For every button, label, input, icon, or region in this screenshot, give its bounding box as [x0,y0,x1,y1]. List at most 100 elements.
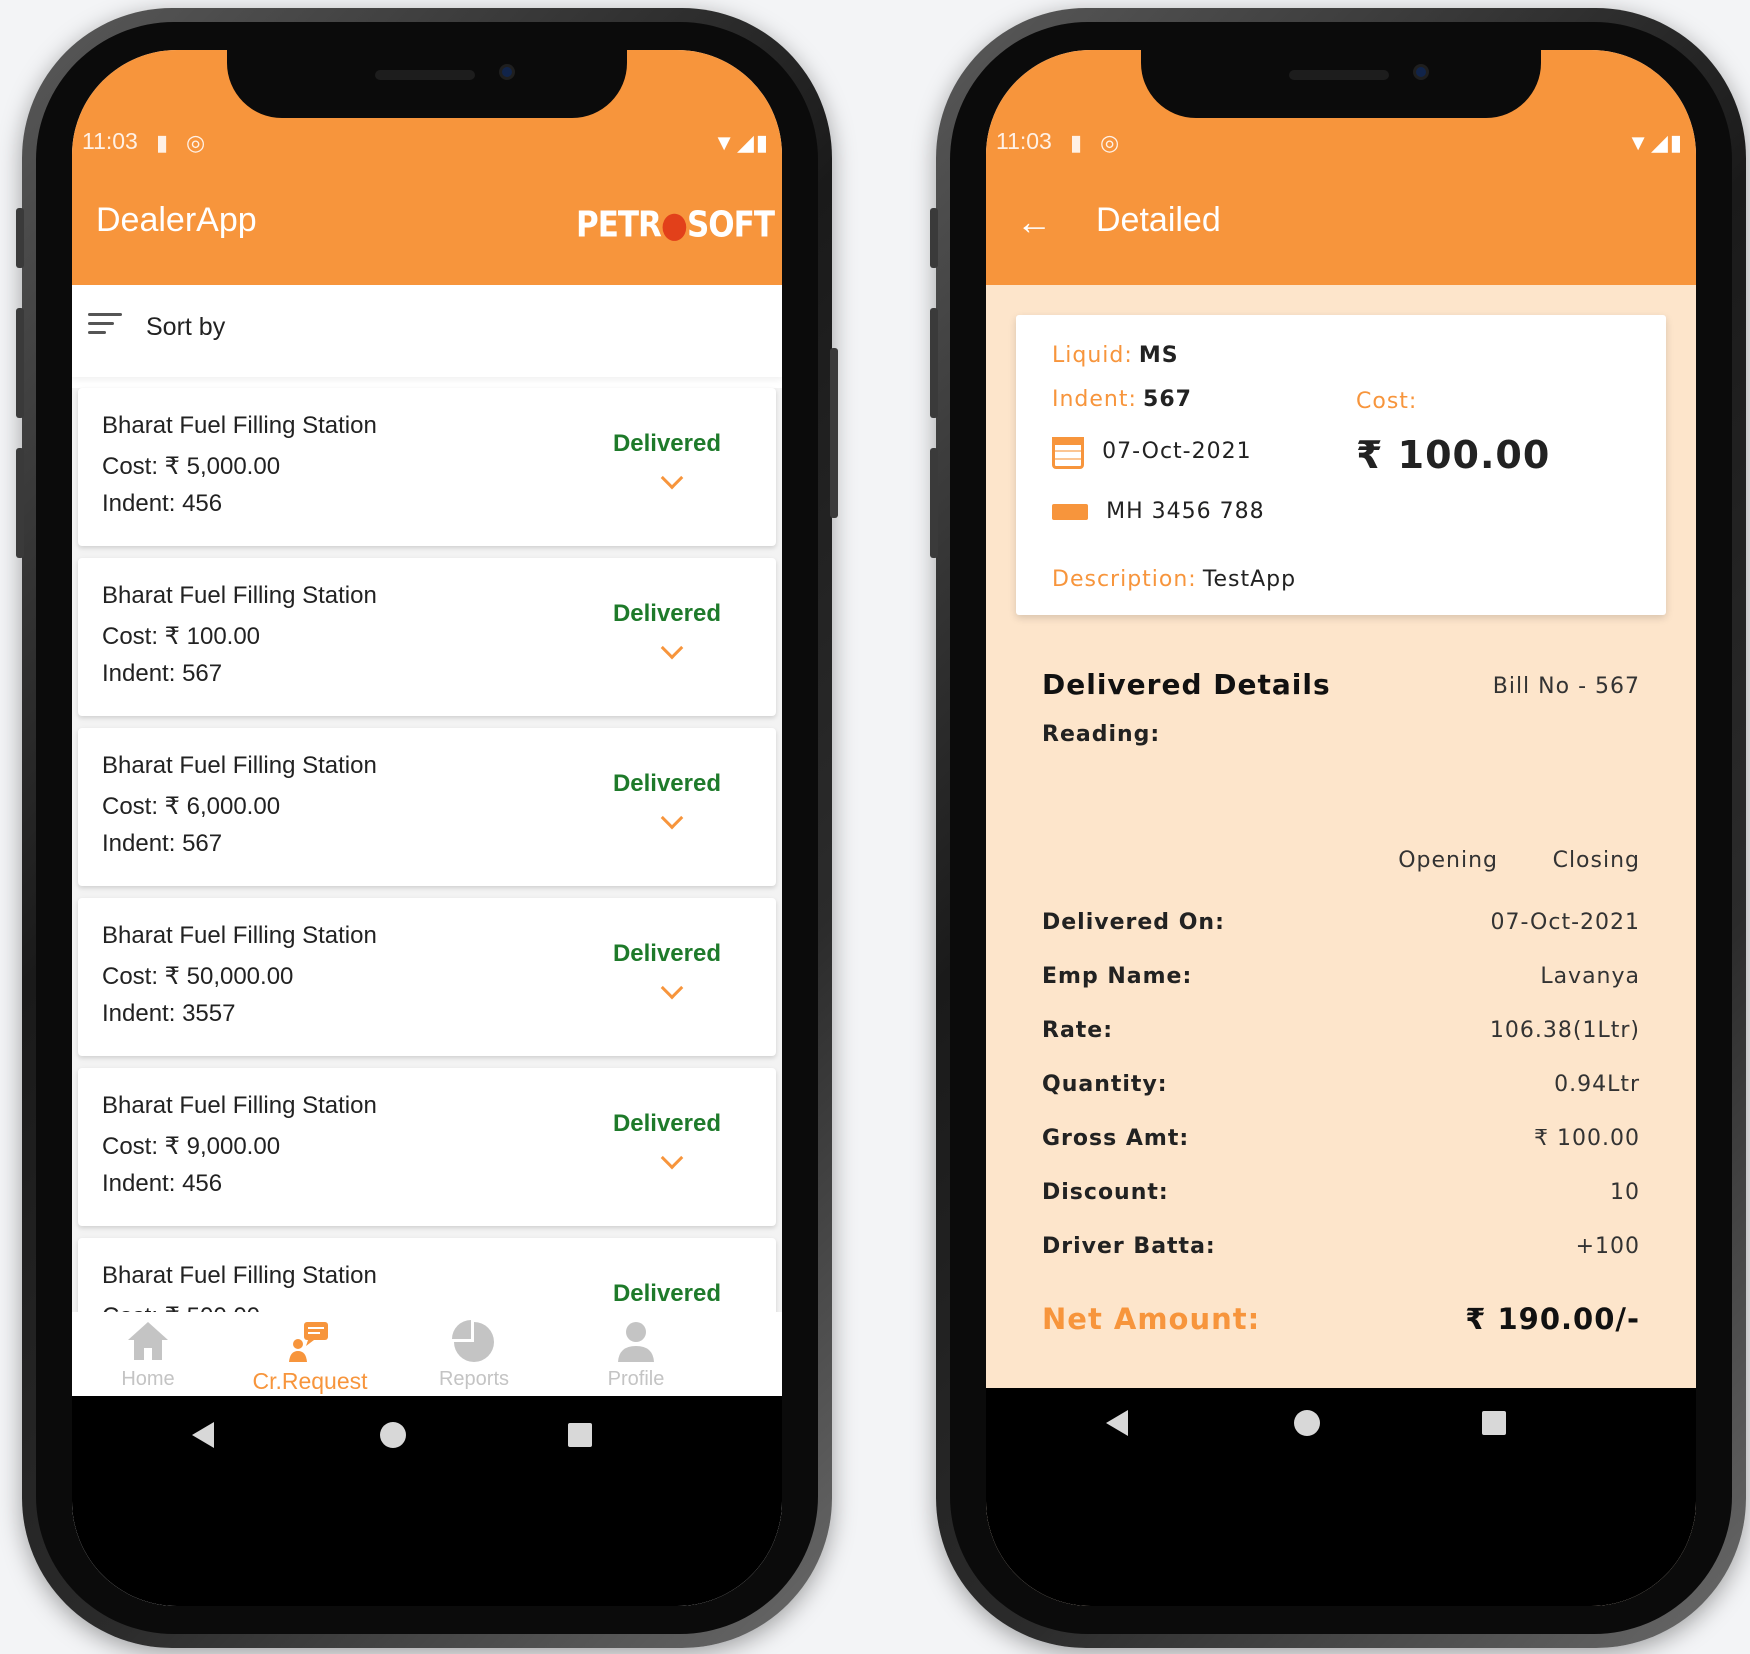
closing-label: Closing [1552,848,1640,873]
volume-down-button [16,448,24,558]
reading-label: Reading: [1042,722,1161,747]
nav-cr-request[interactable]: Cr.Request [250,1318,370,1395]
station-name: Bharat Fuel Filling Station [102,922,377,949]
item-cost: Cost: ₹ 5,000.00 [102,453,281,480]
row-label: Rate: [1042,1018,1114,1043]
back-triangle-icon[interactable] [192,1422,214,1448]
power-button [830,348,838,518]
status-badge: Delivered [612,600,721,627]
back-arrow-icon[interactable]: ← [1016,201,1052,243]
sort-icon[interactable] [88,313,122,340]
list-screen: 11:03 ▮ ◎ ▼◢▮ DealerApp PETR●SOFT Sort b… [72,50,782,1606]
item-indent: Indent: 567 [102,660,223,687]
list-item[interactable]: Bharat Fuel Filling Station Cost: ₹ 50,0… [78,898,776,1056]
row-value: 10 [1610,1180,1640,1205]
vehicle-number: MH 3456 788 [1106,499,1265,524]
station-name: Bharat Fuel Filling Station [102,582,377,609]
delivered-header: Delivered Details Bill No - 567 [1042,668,1640,701]
row-value: 0.94Ltr [1554,1072,1640,1097]
credit-request-icon [289,1322,328,1362]
nav-reports[interactable]: Reports [414,1318,534,1391]
person-icon [618,1322,654,1362]
indent-summary-card: Liquid: MS Indent: 567 Cost: ₹ 100.00 07… [1016,315,1666,615]
nav-profile[interactable]: Profile [576,1318,696,1391]
cost-value: ₹ 100.00 [1356,433,1551,477]
home-icon [128,1322,168,1360]
detail-row: Rate: 106.38(1Ltr) [1042,1018,1640,1043]
net-amount-row: Net Amount: ₹ 190.00/- [1042,1302,1640,1336]
chevron-down-icon[interactable] [660,466,684,490]
item-indent: Indent: 456 [102,490,223,517]
station-name: Bharat Fuel Filling Station [102,1092,377,1119]
list-item[interactable]: Bharat Fuel Filling Station Cost: ₹ 100.… [78,558,776,716]
nav-cr-request-label: Cr.Request [252,1368,368,1394]
station-name: Bharat Fuel Filling Station [102,412,377,439]
status-badge: Delivered [612,430,721,457]
calendar-icon [1052,437,1084,469]
indent-label: Indent: [1052,387,1137,412]
recent-apps-icon[interactable] [1482,1411,1506,1435]
list-item[interactable]: Bharat Fuel Filling Station Cost: ₹ 6,00… [78,728,776,886]
detail-row: Delivered On: 07-Oct-2021 [1042,910,1640,935]
description-value: TestApp [1202,567,1297,592]
cost-label: Cost: [1356,389,1418,414]
net-amount-label: Net Amount: [1042,1302,1261,1336]
detail-row: Gross Amt: ₹ 100.00 [1042,1126,1640,1151]
recent-apps-icon[interactable] [568,1423,592,1447]
notch [1141,50,1541,118]
chevron-down-icon[interactable] [660,1146,684,1170]
row-value: 106.38(1Ltr) [1489,1018,1640,1043]
list-item[interactable]: Bharat Fuel Filling Station Cost: ₹ 9,00… [78,1068,776,1226]
volume-up-button [930,308,938,418]
notch [227,50,627,118]
chevron-down-icon[interactable] [660,806,684,830]
petrosoft-logo: PETR●SOFT [576,204,775,246]
list-item[interactable]: Bharat Fuel Filling Station Cost: ₹ 5,00… [78,388,776,546]
row-value: Lavanya [1540,964,1640,989]
volume-down-button [930,448,938,558]
app-bar: ← Detailed [986,165,1696,285]
status-time: 11:03 [82,128,138,154]
status-badge: Delivered [612,940,721,967]
nav-home[interactable]: Home [88,1318,208,1391]
indent-date: 07-Oct-2021 [1102,438,1252,464]
status-badge: Delivered [612,1280,721,1307]
nav-reports-label: Reports [438,1368,510,1390]
item-cost: Cost: ₹ 100.00 [102,623,261,650]
volume-up-button [16,308,24,418]
detail-row: Quantity: 0.94Ltr [1042,1072,1640,1097]
signal-battery-icons: ▼◢▮ [1627,130,1684,155]
item-cost: Cost: ₹ 6,000.00 [102,793,281,820]
row-value: 07-Oct-2021 [1490,910,1640,935]
indent-value: 567 [1143,387,1192,412]
stage: 11:03 ▮ ◎ ▼◢▮ DealerApp PETR●SOFT Sort b… [0,0,1750,1654]
item-indent: Indent: 456 [102,1170,223,1197]
signal-battery-icons: ▼◢▮ [713,130,770,155]
system-nav-bar [72,1396,782,1606]
chevron-down-icon[interactable] [660,636,684,660]
status-badge: Delivered [612,770,721,797]
row-label: Discount: [1042,1180,1169,1205]
row-value: ₹ 100.00 [1534,1126,1640,1151]
sd-card-icon: ▮ [1070,130,1083,155]
status-badge: Delivered [612,1110,721,1137]
app-bar: DealerApp PETR●SOFT [72,165,782,285]
station-name: Bharat Fuel Filling Station [102,1262,377,1289]
home-circle-icon[interactable] [380,1422,406,1448]
detail-row: Discount: 10 [1042,1180,1640,1205]
detail-row: Driver Batta: +100 [1042,1234,1640,1259]
opening-label: Opening [1398,848,1498,873]
chevron-down-icon[interactable] [660,976,684,1000]
sort-bar[interactable]: Sort by [72,285,782,377]
item-indent: Indent: 567 [102,830,223,857]
liquid-value: MS [1138,343,1179,368]
status-time: 11:03 [996,128,1052,154]
nav-home-label: Home [121,1368,175,1390]
item-cost: Cost: ₹ 50,000.00 [102,963,294,990]
sync-icon: ◎ [186,130,206,155]
back-triangle-icon[interactable] [1106,1410,1128,1436]
home-circle-icon[interactable] [1294,1410,1320,1436]
sort-label[interactable]: Sort by [146,313,225,342]
description-label: Description: [1052,567,1197,592]
station-name: Bharat Fuel Filling Station [102,752,377,779]
